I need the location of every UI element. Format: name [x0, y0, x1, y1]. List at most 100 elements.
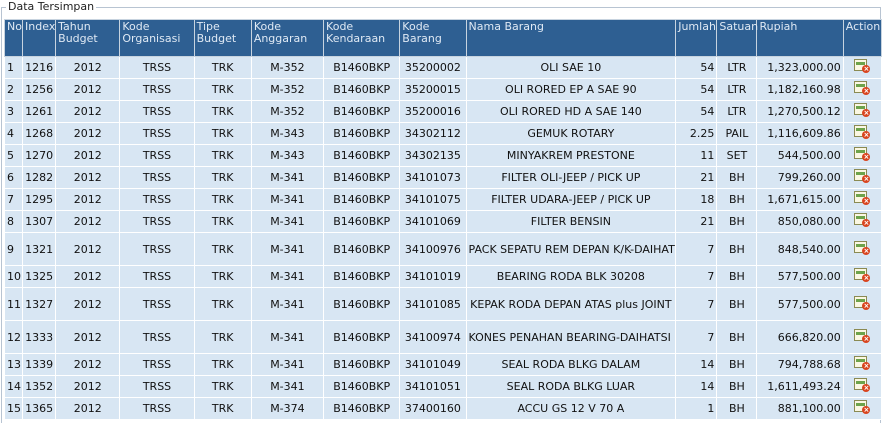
- table-row[interactable]: 10 1325 2012 TRSS TRK M-341 B1460BKP 34101019 BE…: [3, 265, 883, 288]
- data-table: No Index Tahun Budget Kode Organisasi Ti…: [3, 19, 883, 420]
- col-header-kode-barang[interactable]: Kode Barang: [399, 19, 467, 57]
- cell-nama-barang: KONES PENAHAN BEARING-DAIHATSI HILINE PI…: [465, 320, 677, 354]
- panel-title: Data Tersimpan: [6, 0, 97, 14]
- table-row[interactable]: 12 1333 2012 TRSS TRK M-341 B1460BKP 34100974 KO…: [3, 320, 883, 354]
- cell-organisasi: TRSS: [119, 210, 195, 233]
- table-row[interactable]: 8 1307 2012 TRSS TRK M-341 B1460BKP 34101069 FIL…: [3, 210, 883, 233]
- cell-kendaraan: B1460BKP: [323, 265, 401, 288]
- cell-action: ×: [842, 188, 883, 211]
- cell-kode-barang: 37400160: [399, 397, 467, 420]
- cell-index: 1295: [22, 188, 57, 211]
- table-row[interactable]: 9 1321 2012 TRSS TRK M-341 B1460BKP 34100976 PAC…: [3, 232, 883, 266]
- delete-record-icon[interactable]: ×: [854, 378, 871, 392]
- delete-record-icon[interactable]: ×: [854, 147, 871, 161]
- table-row[interactable]: 7 1295 2012 TRSS TRK M-341 B1460BKP 34101075 FIL…: [3, 188, 883, 211]
- cell-action: ×: [842, 56, 883, 79]
- cell-index: 1339: [22, 353, 57, 376]
- cell-rupiah: 799,260.00: [756, 166, 844, 189]
- table-row[interactable]: 11 1327 2012 TRSS TRK M-341 B1460BKP 34101085 KE…: [3, 287, 883, 321]
- delete-record-icon[interactable]: ×: [854, 125, 871, 139]
- cell-tipe: TRK: [193, 232, 252, 266]
- col-header-index[interactable]: Index: [22, 19, 57, 57]
- col-header-kode-organisasi[interactable]: Kode Organisasi: [119, 19, 195, 57]
- cell-jumlah: 7: [675, 232, 718, 266]
- cell-organisasi: TRSS: [119, 122, 195, 145]
- cell-satuan: SET: [716, 144, 758, 167]
- cell-rupiah: 1,116,609.86: [756, 122, 844, 145]
- cell-action: ×: [842, 265, 883, 288]
- cell-jumlah: 7: [675, 287, 718, 321]
- cell-index: 1270: [22, 144, 57, 167]
- table-row[interactable]: 3 1261 2012 TRSS TRK M-352 B1460BKP 35200016 OLI…: [3, 100, 883, 123]
- col-header-satuan[interactable]: Satuan: [716, 19, 758, 57]
- cell-kode-barang: 34101049: [399, 353, 467, 376]
- cell-index: 1352: [22, 375, 57, 398]
- cell-organisasi: TRSS: [119, 287, 195, 321]
- delete-record-icon[interactable]: ×: [854, 295, 871, 310]
- cell-rupiah: 794,788.68: [756, 353, 844, 376]
- table-row[interactable]: 2 1256 2012 TRSS TRK M-352 B1460BKP 35200015 OLI…: [3, 78, 883, 101]
- cell-anggaran: M-341: [250, 287, 325, 321]
- table-row[interactable]: 1 1216 2012 TRSS TRK M-352 B1460BKP 35200002 OLI…: [3, 56, 883, 79]
- table-row[interactable]: 4 1268 2012 TRSS TRK M-343 B1460BKP 34302112 GEM…: [3, 122, 883, 145]
- cell-action: ×: [842, 397, 883, 420]
- cell-rupiah: 848,540.00: [756, 232, 844, 266]
- cell-organisasi: TRSS: [119, 375, 195, 398]
- delete-record-icon[interactable]: ×: [854, 169, 871, 183]
- cell-jumlah: 14: [675, 375, 718, 398]
- cell-nama-barang: FILTER OLI-JEEP / PICK UP: [465, 166, 677, 189]
- cell-nama-barang: MINYAKREM PRESTONE: [465, 144, 677, 167]
- delete-record-icon[interactable]: ×: [854, 59, 871, 73]
- cell-no: 5: [3, 144, 24, 167]
- cell-anggaran: M-341: [250, 353, 325, 376]
- delete-record-icon[interactable]: ×: [854, 81, 871, 95]
- cell-satuan: LTR: [716, 78, 758, 101]
- delete-record-icon[interactable]: ×: [854, 103, 871, 117]
- delete-record-icon[interactable]: ×: [854, 268, 871, 282]
- cell-satuan: LTR: [716, 100, 758, 123]
- table-row[interactable]: 5 1270 2012 TRSS TRK M-343 B1460BKP 34302135 MIN…: [3, 144, 883, 167]
- col-header-tipe-budget[interactable]: Tipe Budget: [193, 19, 252, 57]
- delete-record-icon[interactable]: ×: [854, 356, 871, 370]
- cell-anggaran: M-341: [250, 320, 325, 354]
- col-header-nama-barang[interactable]: Nama Barang: [465, 19, 677, 57]
- cell-kendaraan: B1460BKP: [323, 397, 401, 420]
- cell-tipe: TRK: [193, 122, 252, 145]
- cell-kendaraan: B1460BKP: [323, 144, 401, 167]
- delete-record-icon[interactable]: ×: [854, 400, 871, 414]
- cell-tipe: TRK: [193, 78, 252, 101]
- delete-record-icon[interactable]: ×: [854, 328, 871, 343]
- cell-jumlah: 2.25: [675, 122, 718, 145]
- cell-organisasi: TRSS: [119, 265, 195, 288]
- col-header-action: Action: [842, 19, 883, 57]
- col-header-kode-anggaran[interactable]: Kode Anggaran: [250, 19, 325, 57]
- cell-no: 7: [3, 188, 24, 211]
- cell-action: ×: [842, 144, 883, 167]
- delete-record-icon[interactable]: ×: [854, 240, 871, 255]
- cell-no: 8: [3, 210, 24, 233]
- cell-anggaran: M-352: [250, 78, 325, 101]
- col-header-rupiah[interactable]: Rupiah: [756, 19, 844, 57]
- cell-kode-barang: 34100976: [399, 232, 467, 266]
- delete-record-icon[interactable]: ×: [854, 213, 871, 227]
- cell-action: ×: [842, 78, 883, 101]
- col-header-no[interactable]: No: [3, 19, 24, 57]
- cell-kode-barang: 34101069: [399, 210, 467, 233]
- col-header-tahun-budget[interactable]: Tahun Budget: [55, 19, 121, 57]
- table-row[interactable]: 13 1339 2012 TRSS TRK M-341 B1460BKP 34101049 SE…: [3, 353, 883, 376]
- col-header-jumlah[interactable]: Jumlah: [675, 19, 718, 57]
- cell-jumlah: 54: [675, 100, 718, 123]
- cell-no: 1: [3, 56, 24, 79]
- cell-anggaran: M-341: [250, 166, 325, 189]
- col-header-kode-kendaraan[interactable]: Kode Kendaraan: [323, 19, 401, 57]
- table-row[interactable]: 14 1352 2012 TRSS TRK M-341 B1460BKP 34101051 SE…: [3, 375, 883, 398]
- cell-kode-barang: 34101085: [399, 287, 467, 321]
- cell-satuan: BH: [716, 320, 758, 354]
- cell-action: ×: [842, 122, 883, 145]
- cell-rupiah: 544,500.00: [756, 144, 844, 167]
- cell-kendaraan: B1460BKP: [323, 320, 401, 354]
- cell-rupiah: 1,182,160.98: [756, 78, 844, 101]
- table-row[interactable]: 15 1365 2012 TRSS TRK M-374 B1460BKP 37400160 AC…: [3, 397, 883, 420]
- delete-record-icon[interactable]: ×: [854, 191, 871, 205]
- table-row[interactable]: 6 1282 2012 TRSS TRK M-341 B1460BKP 34101073 FIL…: [3, 166, 883, 189]
